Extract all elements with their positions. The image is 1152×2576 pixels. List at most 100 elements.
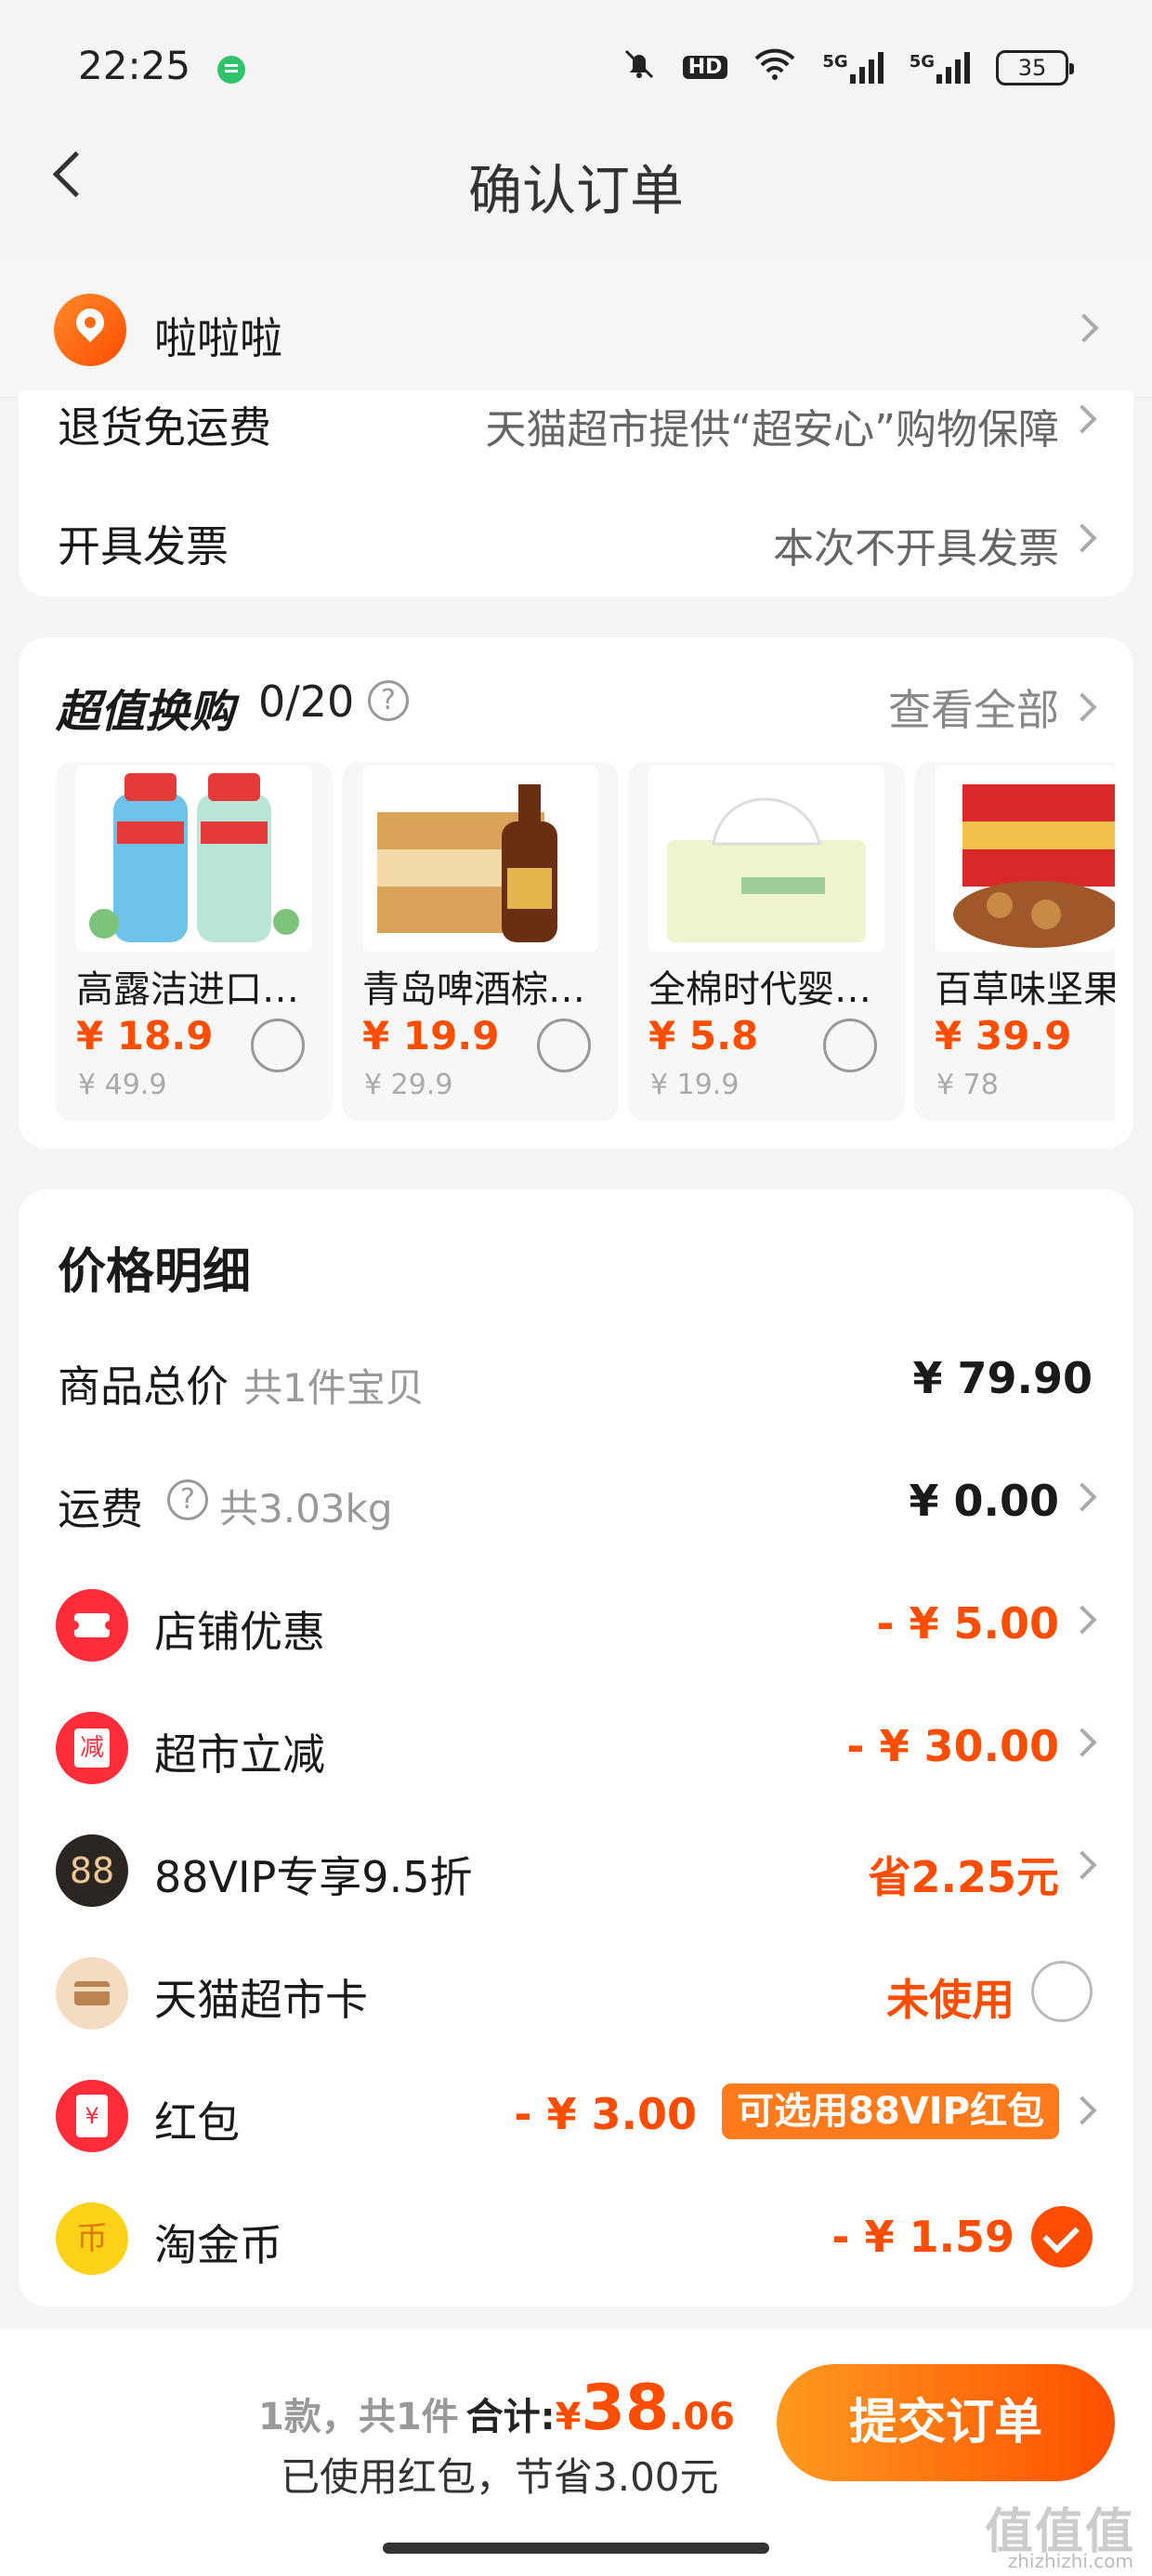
return-shipping-label: 退货免运费 [58, 402, 271, 453]
product-original-price: ¥ 78 [936, 1069, 999, 1101]
market-card-label: 天猫超市卡 [154, 1975, 368, 2025]
shipping-row[interactable]: 运费 ? 共3.03kg ¥ 0.00 [19, 1448, 1133, 1550]
gold-coin-icon: 币 [56, 2202, 128, 2275]
select-radio[interactable] [251, 1019, 305, 1072]
market-card-radio[interactable] [1031, 1961, 1093, 2022]
red-packet-row[interactable]: ¥ 红包 - ¥ 3.00 可选用88VIP红包 [19, 2061, 1133, 2163]
coupon-icon [56, 1589, 128, 1662]
total-currency: ¥ [555, 2396, 582, 2438]
chevron-right-icon [1067, 523, 1097, 553]
chevron-right-icon [1067, 1482, 1097, 1512]
swap-product[interactable]: 高露洁进口抑菌漱口水 ¥ 18.9 ¥ 49.9 [56, 762, 333, 1121]
shipping-value: ¥ 0.00 [909, 1476, 1059, 1526]
shop-discount-label: 店铺优惠 [154, 1607, 325, 1657]
vip-88-icon: 88 [56, 1834, 128, 1907]
watermark-url: zhizhizhi.com [1007, 2550, 1133, 2572]
chevron-right-icon [1067, 692, 1097, 722]
chevron-right-icon [1067, 2096, 1097, 2125]
total-decimal: .06 [669, 2396, 736, 2438]
invoice-row[interactable]: 开具发票 本次不开具发票 [19, 483, 1133, 585]
price-detail-title: 价格明细 [58, 1244, 252, 1300]
view-all-link[interactable]: 查看全部 [888, 677, 1059, 738]
total-label: 合计: [465, 2396, 556, 2438]
address-name: 啦啦啦 [154, 313, 282, 363]
bottom-bar: 1款，共1件 合计:¥38.06 已使用红包，节省3.00元 提交订单 值值值 z… [0, 2329, 1152, 2576]
vip-discount-label: 88VIP专享9.5折 [154, 1852, 473, 1902]
market-discount-label: 超市立减 [154, 1729, 325, 1780]
vip-discount-value: 省2.25元 [868, 1852, 1060, 1902]
nav-bar: 确认订单 [0, 121, 1152, 232]
chevron-right-icon [1069, 313, 1099, 343]
red-packet-label: 红包 [154, 2097, 240, 2148]
beer-image [362, 766, 598, 952]
swap-card: 超值换购 0/20 ? 查看全部 高露洁进口抑菌漱口水 ¥ 18.9 ¥ 49.… [19, 637, 1133, 1149]
status-bar: 22:25 HD 5G 5G 35 [0, 0, 1152, 130]
status-icons: HD 5G 5G 35 [622, 46, 1074, 88]
product-price: ¥ 5.8 [648, 1013, 759, 1058]
goods-total-count: 共1件宝贝 [243, 1365, 425, 1411]
tissue-image [648, 766, 884, 952]
return-shipping-value: 天猫超市提供“超安心”购物保障 [485, 406, 1059, 453]
home-indicator[interactable] [383, 2543, 769, 2554]
product-price: ¥ 39.9 [935, 1013, 1072, 1058]
market-discount-value: - ¥ 30.00 [846, 1721, 1059, 1771]
mouthwash-image [76, 766, 312, 952]
product-original-price: ¥ 49.9 [78, 1069, 167, 1101]
product-original-price: ¥ 29.9 [364, 1069, 453, 1101]
order-summary: 1款，共1件 合计:¥38.06 [258, 2372, 735, 2445]
goods-total-row: 商品总价 共1件宝贝 ¥ 79.90 [19, 1325, 1133, 1427]
help-icon[interactable]: ? [167, 1479, 208, 1520]
coin-row[interactable]: 币 淘金币 - ¥ 1.59 [19, 2184, 1133, 2286]
address-row[interactable]: 啦啦啦 [0, 260, 1152, 398]
product-name: 青岛啤酒棕金质啤酒 [362, 968, 613, 1011]
chevron-right-icon [1067, 1728, 1097, 1757]
chevron-right-icon [1067, 1605, 1097, 1635]
coin-value: - ¥ 1.59 [831, 2212, 1015, 2262]
invoice-value: 本次不开具发票 [773, 525, 1059, 572]
shipping-label: 运费 [58, 1484, 143, 1534]
swap-title: 超值换购 [56, 686, 235, 738]
market-card-value: 未使用 [886, 1975, 1015, 2025]
total-integer: 38 [581, 2372, 670, 2445]
goods-total-text: 商品总价 [58, 1361, 229, 1412]
select-radio[interactable] [537, 1019, 591, 1072]
shop-discount-value: - ¥ 5.00 [876, 1598, 1059, 1649]
card-icon [56, 1957, 128, 2030]
product-name: 全棉时代婴儿棉柔巾 [648, 968, 899, 1011]
shop-discount-row[interactable]: 店铺优惠 - ¥ 5.00 [19, 1571, 1133, 1673]
swap-product[interactable]: 青岛啤酒棕金质啤酒 ¥ 19.9 ¥ 29.9 [342, 762, 619, 1121]
market-discount-row[interactable]: 减 超市立减 - ¥ 30.00 [19, 1693, 1133, 1795]
chevron-right-icon [1067, 404, 1097, 434]
product-name: 百草味坚果礼盒 [935, 968, 1115, 1011]
red-packet-value: - ¥ 3.00 [514, 2089, 697, 2139]
submit-order-button[interactable]: 提交订单 [777, 2364, 1115, 2481]
red-packet-icon-text: ¥ [76, 2095, 108, 2137]
goods-total-label: 商品总价 共1件宝贝 [58, 1353, 425, 1414]
product-price: ¥ 18.9 [76, 1013, 214, 1058]
battery-icon: 35 [996, 49, 1074, 85]
coin-checkbox[interactable] [1031, 2206, 1093, 2267]
wifi-icon [753, 47, 796, 87]
coin-label: 淘金币 [154, 2220, 282, 2270]
location-pin-icon [54, 294, 126, 366]
swap-product[interactable]: 全棉时代婴儿棉柔巾 ¥ 5.8 ¥ 19.9 [628, 762, 905, 1121]
chevron-right-icon [1067, 1850, 1097, 1880]
product-original-price: ¥ 19.9 [650, 1069, 740, 1101]
nut-gift-box-image [935, 766, 1115, 952]
help-icon[interactable]: ? [368, 680, 409, 721]
market-card-row[interactable]: 天猫超市卡 未使用 [19, 1939, 1133, 2041]
return-shipping-row[interactable]: 退货免运费 天猫超市提供“超安心”购物保障 [19, 390, 1133, 483]
item-count: 1款，共1件 [258, 2396, 459, 2438]
swap-product[interactable]: 百草味坚果礼盒 ¥ 39.9 ¥ 78 [914, 762, 1115, 1121]
vip-red-packet-badge[interactable]: 可选用88VIP红包 [722, 2083, 1059, 2139]
vip-discount-row[interactable]: 88 88VIP专享9.5折 省2.25元 [19, 1816, 1133, 1918]
hd-icon: HD [682, 56, 728, 79]
product-name: 高露洁进口抑菌漱口水 [76, 968, 327, 1011]
select-radio[interactable] [823, 1019, 877, 1072]
signal-icon-2: 5G [910, 51, 970, 84]
invoice-label: 开具发票 [58, 521, 229, 572]
status-time: 22:25 [78, 43, 191, 88]
reduce-icon-text: 减 [74, 1728, 110, 1768]
signal-icon-1: 5G [822, 51, 884, 84]
product-price: ¥ 19.9 [362, 1013, 500, 1058]
